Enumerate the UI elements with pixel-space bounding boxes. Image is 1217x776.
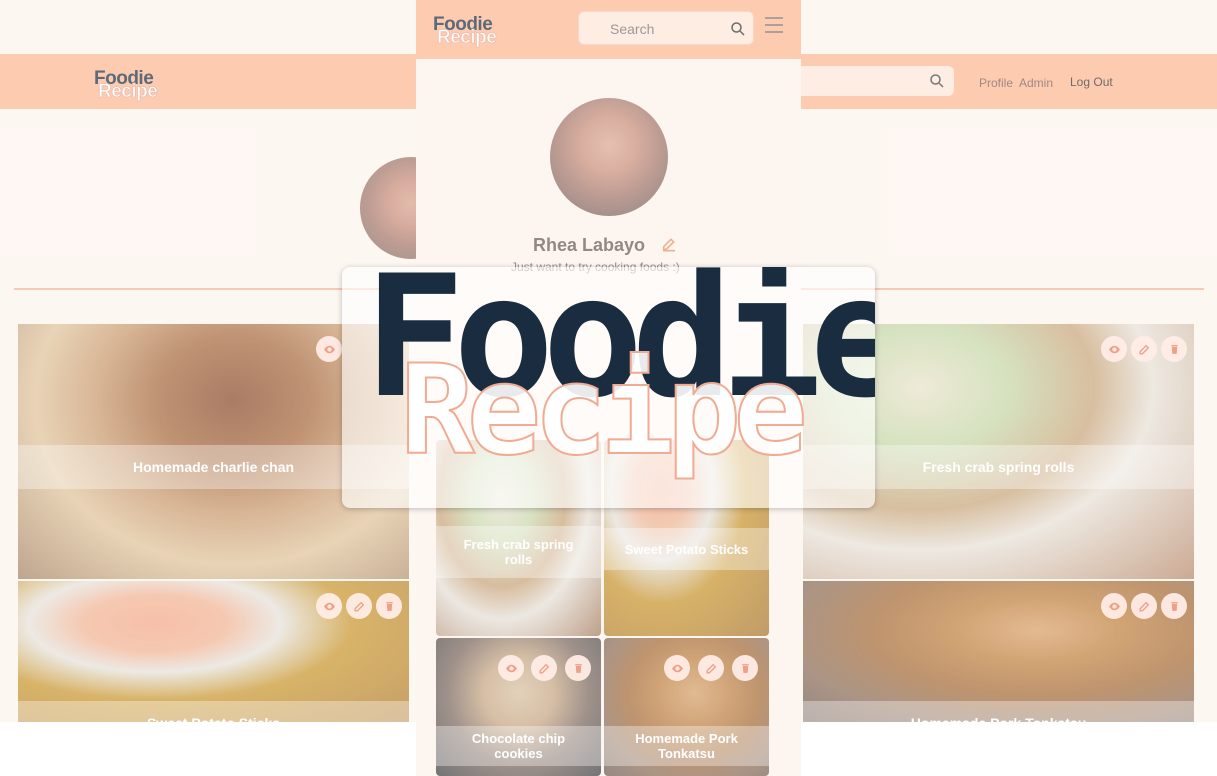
trash-icon[interactable] — [1161, 593, 1187, 619]
eye-icon[interactable] — [1101, 593, 1127, 619]
search-icon[interactable] — [928, 72, 946, 90]
nav-profile-link[interactable]: Profile — [979, 76, 1013, 90]
edit-icon[interactable] — [531, 655, 557, 681]
trash-icon[interactable] — [565, 655, 591, 681]
edit-icon[interactable] — [1131, 593, 1157, 619]
search-input[interactable]: Search — [578, 11, 754, 45]
recipe-card-title: Fresh crab spring rolls — [436, 526, 601, 578]
recipe-card[interactable]: Sweet Potato Sticks — [18, 581, 409, 722]
splash-logo-modal: Foodie Recipe — [342, 267, 875, 508]
eye-icon[interactable] — [316, 336, 342, 362]
recipe-card[interactable]: Homemade Pork Tonkatsu — [604, 638, 769, 776]
eye-icon[interactable] — [498, 655, 524, 681]
recipe-card[interactable]: Chocolate chip cookies — [436, 638, 601, 776]
recipe-card[interactable]: Homemade Pork Tonkatsu — [803, 581, 1194, 722]
recipe-card-title: Sweet Potato Sticks — [604, 528, 769, 570]
edit-icon[interactable] — [1131, 336, 1157, 362]
eye-icon[interactable] — [316, 593, 342, 619]
edit-icon[interactable] — [698, 655, 724, 681]
recipe-card-title: Homemade Pork Tonkatsu — [604, 726, 769, 766]
search-icon[interactable] — [729, 20, 747, 38]
brand-logo[interactable]: Foodie Recipe — [94, 68, 166, 104]
nav-admin-link[interactable]: Admin — [1019, 76, 1053, 90]
edit-icon[interactable] — [346, 593, 372, 619]
recipe-card-title: Sweet Potato Sticks — [18, 701, 409, 722]
trash-icon[interactable] — [732, 655, 758, 681]
edit-icon[interactable] — [661, 236, 677, 252]
avatar — [550, 98, 668, 216]
mobile-navbar: Foodie Recipe Search — [416, 0, 801, 59]
recipe-card-title: Homemade Pork Tonkatsu — [803, 701, 1194, 722]
profile-name: Rhea Labayo — [533, 235, 646, 255]
logout-button[interactable]: Log Out — [1070, 75, 1113, 89]
hamburger-menu-icon[interactable] — [765, 17, 783, 33]
trash-icon[interactable] — [376, 593, 402, 619]
eye-icon[interactable] — [664, 655, 690, 681]
search-placeholder: Search — [610, 21, 655, 37]
recipe-card-title: Chocolate chip cookies — [436, 726, 601, 766]
brand-logo[interactable]: Foodie Recipe — [433, 14, 505, 50]
trash-icon[interactable] — [1161, 336, 1187, 362]
eye-icon[interactable] — [1101, 336, 1127, 362]
splash-logo-bottom: Recipe — [399, 339, 809, 483]
